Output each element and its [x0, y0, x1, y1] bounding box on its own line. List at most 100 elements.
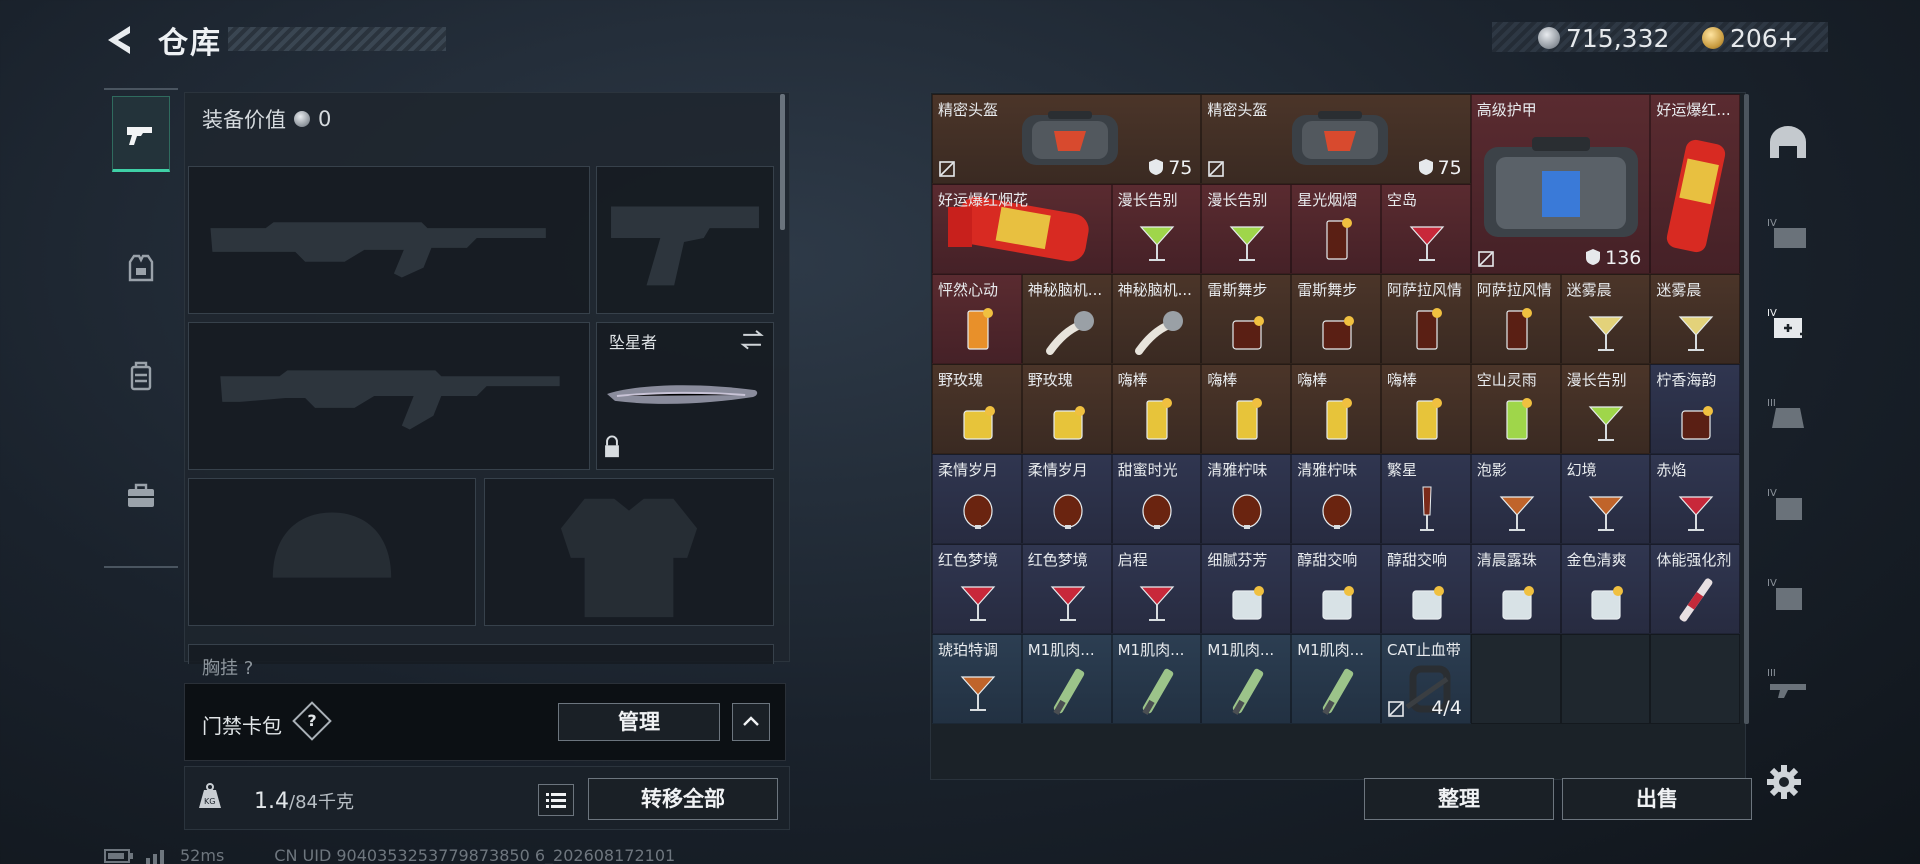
helmet-bag-icon	[1022, 111, 1119, 165]
inventory-item[interactable]: 嗨棒	[1201, 364, 1292, 454]
category-tab-weapons[interactable]: III	[1760, 652, 1816, 716]
tab-weapons[interactable]	[112, 96, 170, 172]
inventory-item[interactable]: 清雅柠味	[1291, 454, 1381, 544]
item-name: 嗨棒	[1207, 371, 1238, 389]
helmet-slot[interactable]	[188, 478, 476, 626]
tab-gear[interactable]	[112, 230, 170, 306]
inventory-item[interactable]: 星光烟熠	[1291, 184, 1381, 274]
inventory-item[interactable]: M1肌肉...	[1021, 634, 1112, 724]
category-tab-gear[interactable]: III	[1760, 382, 1816, 446]
item-name: 怦然心动	[938, 281, 999, 299]
inventory-item[interactable]: 柔情岁月	[1021, 454, 1112, 544]
category-tab-backpack[interactable]: IV	[1760, 472, 1816, 536]
list-view-button[interactable]	[538, 784, 574, 816]
inventory-item[interactable]: 清雅柠味	[1201, 454, 1292, 544]
inventory-item[interactable]: 阿萨拉风情	[1381, 274, 1471, 364]
chest-rig-slot[interactable]	[188, 644, 774, 664]
back-button[interactable]	[100, 20, 140, 60]
inventory-item[interactable]: 精密头盔 75	[1201, 94, 1471, 184]
melee-slot[interactable]: 坠星者	[596, 322, 774, 470]
secondary-weapon-slot[interactable]	[188, 322, 590, 470]
svg-text:III: III	[1767, 668, 1776, 679]
empty-slot[interactable]	[1560, 634, 1651, 724]
inventory-item[interactable]: CAT止血带 4/4	[1381, 634, 1471, 724]
inventory-item[interactable]: 细腻芬芳	[1201, 544, 1292, 634]
settings-gear-icon[interactable]	[1764, 762, 1804, 802]
inventory-item[interactable]: 幻境	[1560, 454, 1651, 544]
category-tab-medical[interactable]: IV	[1760, 292, 1816, 356]
inventory-item[interactable]: 清晨露珠	[1470, 544, 1561, 634]
inventory-item[interactable]: 嗨棒	[1381, 364, 1471, 454]
storage-scrollbar[interactable]	[1744, 94, 1749, 724]
inventory-item[interactable]: 好运爆红...	[1650, 94, 1741, 274]
inventory-item[interactable]: 野玫瑰	[1021, 364, 1112, 454]
gold-currency[interactable]: 206+	[1702, 22, 1799, 54]
inventory-item[interactable]: 迷雾晨	[1560, 274, 1651, 364]
inventory-item[interactable]: 柔情岁月	[932, 454, 1022, 544]
sidearm-slot[interactable]	[596, 166, 774, 314]
inventory-item[interactable]: 泡影	[1470, 454, 1561, 544]
inventory-item[interactable]: 空山灵雨	[1470, 364, 1561, 454]
sort-button[interactable]: 整理	[1364, 778, 1554, 820]
item-name: 嗨棒	[1297, 371, 1328, 389]
empty-slot[interactable]	[1470, 634, 1561, 724]
manage-button[interactable]: 管理	[558, 703, 720, 741]
inventory-item[interactable]: 漫长告别	[1560, 364, 1651, 454]
empty-slot[interactable]	[1650, 634, 1741, 724]
inventory-item[interactable]: M1肌肉...	[1291, 634, 1381, 724]
inventory-item[interactable]: 金色清爽	[1560, 544, 1651, 634]
drink-icon	[1416, 398, 1442, 440]
inventory-item[interactable]: M1肌肉...	[1201, 634, 1292, 724]
silver-currency: 715,332	[1538, 22, 1669, 54]
tab-backpack[interactable]	[112, 338, 170, 414]
category-tab-all[interactable]	[1760, 112, 1816, 176]
inventory-item[interactable]: 嗨棒	[1291, 364, 1381, 454]
inventory-item[interactable]: 怦然心动	[932, 274, 1022, 364]
equipment-scrollbar[interactable]	[780, 94, 785, 230]
inventory-item[interactable]: 柠香海韵	[1650, 364, 1741, 454]
inventory-item[interactable]: 醇甜交响	[1381, 544, 1471, 634]
pistol-silhouette-icon	[611, 206, 759, 286]
inventory-item[interactable]: 体能强化剂	[1650, 544, 1741, 634]
inventory-item[interactable]: 甜蜜时光	[1111, 454, 1202, 544]
category-tab-column: IV IV III IV IV III	[1760, 92, 1816, 772]
inventory-item[interactable]: 高级护甲 136	[1470, 94, 1651, 274]
sell-button[interactable]: 出售	[1562, 778, 1752, 820]
tab-case[interactable]	[112, 458, 170, 534]
inventory-item[interactable]: 阿萨拉风情	[1470, 274, 1561, 364]
category-tab-armor[interactable]: IV	[1760, 202, 1816, 266]
inventory-item[interactable]: 神秘脑机...	[1021, 274, 1112, 364]
inventory-item[interactable]: 精密头盔 75	[932, 94, 1202, 184]
armor-slot[interactable]	[484, 478, 774, 626]
inventory-item[interactable]: 启程	[1111, 544, 1202, 634]
inventory-item[interactable]: 雷斯舞步	[1291, 274, 1381, 364]
durability-value: 136	[1605, 247, 1642, 269]
item-name: 赤焰	[1656, 461, 1687, 479]
inventory-item[interactable]: 好运爆红烟花	[932, 184, 1112, 274]
inventory-item[interactable]: 琥珀特调	[932, 634, 1022, 724]
inventory-item[interactable]: 赤焰	[1650, 454, 1741, 544]
inventory-item[interactable]: M1肌肉...	[1111, 634, 1202, 724]
category-tab-pack[interactable]: IV	[1760, 562, 1816, 626]
inventory-item[interactable]: 醇甜交响	[1291, 544, 1381, 634]
inventory-item[interactable]: 空岛	[1381, 184, 1471, 274]
armor-bag-icon	[1483, 137, 1638, 237]
inventory-item[interactable]: 神秘脑机...	[1111, 274, 1202, 364]
item-name: 清雅柠味	[1297, 461, 1358, 479]
inventory-item[interactable]: 迷雾晨	[1650, 274, 1741, 364]
inventory-item[interactable]: 漫长告别	[1201, 184, 1292, 274]
tier4-medical-category-icon: IV	[1767, 308, 1808, 338]
inventory-item[interactable]: 红色梦境	[932, 544, 1022, 634]
inventory-item[interactable]: 漫长告别	[1111, 184, 1202, 274]
primary-weapon-slot[interactable]	[188, 166, 590, 314]
transfer-all-button[interactable]: 转移全部	[588, 778, 778, 820]
collapse-button[interactable]	[732, 703, 770, 741]
inventory-item[interactable]: 繁星	[1381, 454, 1471, 544]
inventory-item[interactable]: 红色梦境	[1021, 544, 1112, 634]
inventory-item[interactable]: 嗨棒	[1111, 364, 1202, 454]
durability-value: 75	[1168, 157, 1193, 179]
item-durability: 75	[1148, 157, 1192, 179]
svg-text:IV: IV	[1767, 218, 1777, 229]
inventory-item[interactable]: 雷斯舞步	[1201, 274, 1292, 364]
inventory-item[interactable]: 野玫瑰	[932, 364, 1022, 454]
